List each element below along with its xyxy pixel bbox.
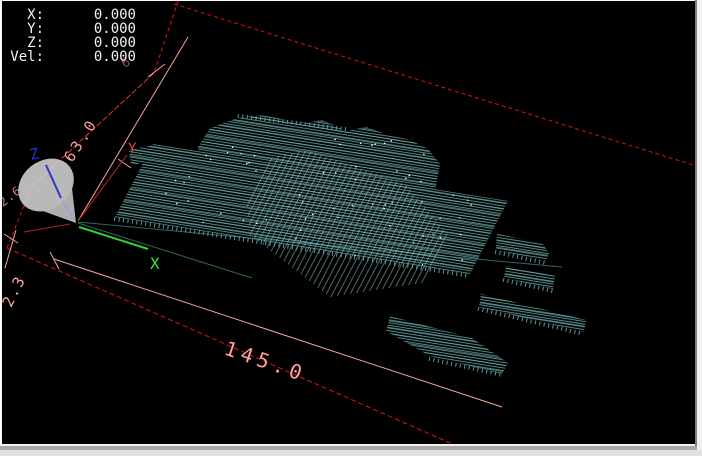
window-border-right <box>697 0 702 456</box>
y-axis-label: Y <box>128 141 137 157</box>
dro-axis-value: 0.000 <box>93 49 136 65</box>
backplot-scene: 63.0145.02.32.66YXZ <box>2 1 695 444</box>
dro-axis-value: 0.000 <box>93 21 136 37</box>
dimension-line <box>3 233 19 244</box>
backplot-preview-window: 63.0 145.0 2.3 2.6 6 Y X Z X: 0.000 Y: 0.000 Z: 0.00… <box>0 0 702 456</box>
backplot-canvas[interactable]: 63.0 145.0 2.3 2.6 6 Y X Z X: 0.000 Y: 0.000 Z: 0.00… <box>2 1 695 444</box>
dim-height-label: 2.3 <box>2 272 30 310</box>
z-axis-label: Z <box>28 144 41 163</box>
dimension-line <box>117 158 132 169</box>
window-border-top <box>0 0 695 1</box>
x-axis-label: X <box>150 254 160 273</box>
dim-depth-label: 63.0 <box>60 115 101 165</box>
dim-width-label: 145.0 <box>221 336 309 386</box>
dro-row-x: X: 0.000 <box>4 8 136 22</box>
y-axis-line <box>77 154 128 222</box>
dro-row-z: Z: 0.000 <box>4 36 136 50</box>
window-border-bottom-outer <box>0 450 702 456</box>
dro-row-y: Y: 0.000 <box>4 22 136 36</box>
dro-axis-label: X: <box>27 7 44 23</box>
dro-axis-label: Vel: <box>10 49 44 65</box>
dro-row-vel: Vel: 0.000 <box>4 50 136 64</box>
dro-axis-value: 0.000 <box>93 35 136 51</box>
dro-axis-value: 0.000 <box>93 7 136 23</box>
dro-axis-label: Z: <box>27 35 44 51</box>
dimension-line <box>147 63 166 78</box>
window-border-left <box>0 0 2 444</box>
dro-readout: X: 0.000 Y: 0.000 Z: 0.000 Vel: 0.000 <box>4 8 136 64</box>
machine-limit-line <box>23 223 71 233</box>
dro-axis-label: Y: <box>27 21 44 37</box>
machine-limit-line <box>153 1 179 74</box>
x-axis-line <box>78 226 149 250</box>
